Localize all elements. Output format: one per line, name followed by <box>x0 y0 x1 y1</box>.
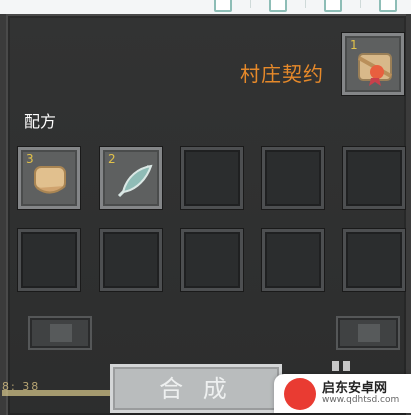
watermark-title: 启东安卓网 <box>322 381 388 396</box>
contract-output-slot[interactable]: 1 <box>342 33 404 95</box>
recipe-slot-3[interactable] <box>181 147 243 209</box>
contract-scroll-seal-icon <box>358 53 392 86</box>
recipe-slot-1[interactable]: 3 <box>18 147 80 209</box>
recipe-slot-6[interactable] <box>18 229 80 291</box>
watermark: 启东安卓网 www.qdhtsd.com <box>274 374 411 413</box>
chevron-left-icon <box>50 324 72 342</box>
craft-button[interactable]: 合 成 <box>110 364 282 413</box>
paper-scroll-icon <box>34 166 66 194</box>
page-indicator <box>332 356 356 371</box>
toolbar-icon-3[interactable] <box>324 0 342 12</box>
watermark-logo <box>284 378 316 410</box>
recipe-slot-7[interactable] <box>100 229 162 291</box>
divider <box>305 0 306 8</box>
browser-top-strip <box>0 0 411 14</box>
feather-icon <box>117 164 153 198</box>
dot <box>343 361 350 371</box>
next-page-button[interactable] <box>336 316 400 350</box>
recipe-slot-10[interactable] <box>343 229 405 291</box>
recipe-slot-8[interactable] <box>181 229 243 291</box>
recipe-label: 配方 <box>24 112 57 131</box>
recipe-slot-5[interactable] <box>343 147 405 209</box>
recipe-slot-2[interactable]: 2 <box>100 147 162 209</box>
recipe-slot-9[interactable] <box>262 229 324 291</box>
hud-bar <box>2 390 112 396</box>
recipe-slot-4[interactable] <box>262 147 324 209</box>
dot <box>332 361 339 371</box>
chevron-right-icon <box>358 324 380 342</box>
previous-page-button[interactable] <box>28 316 92 350</box>
toolbar-icon-4[interactable] <box>379 0 397 12</box>
toolbar-icon-2[interactable] <box>269 0 287 12</box>
watermark-url: www.qdhtsd.com <box>322 395 400 405</box>
top-toolbar <box>214 0 397 12</box>
divider <box>250 0 251 8</box>
toolbar-icon-1[interactable] <box>214 0 232 12</box>
contract-title: 村庄契约 <box>240 62 324 86</box>
divider <box>360 0 361 8</box>
